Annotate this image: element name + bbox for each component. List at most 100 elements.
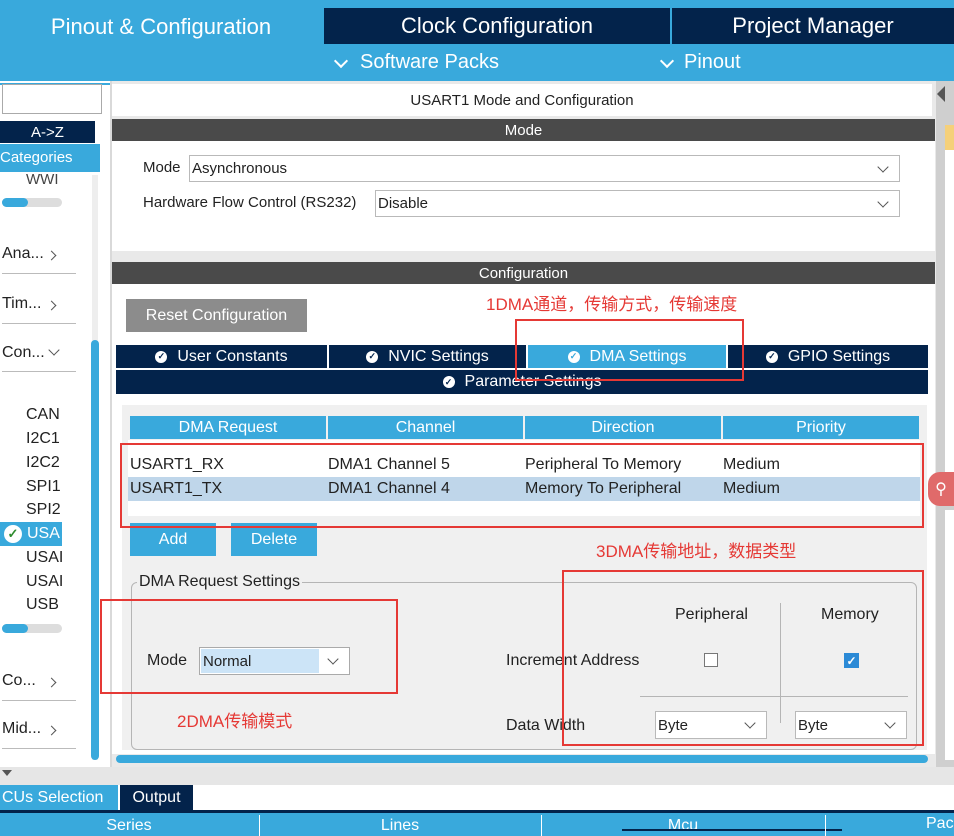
annotation-text: 2DMA传输模式	[177, 712, 293, 731]
annotation-1: 1DMA通道，传输方式，传输速度	[486, 290, 737, 315]
chevron-right-icon	[46, 250, 57, 261]
column-series[interactable]: Series	[0, 815, 258, 836]
sidebar-item-spi2[interactable]: SPI2	[26, 501, 61, 519]
mini-scrollbar[interactable]	[2, 624, 62, 633]
group-label: Co...	[2, 672, 36, 689]
mini-scroll-thumb[interactable]	[2, 198, 28, 207]
categories-button[interactable]: Categories	[0, 144, 100, 172]
item-label: USB	[26, 596, 59, 613]
dma-header-priority: Priority	[723, 416, 919, 439]
dma-header-direction: Direction	[525, 416, 721, 439]
tab-gpio-settings[interactable]: ✓ GPIO Settings	[728, 345, 928, 368]
annotation-box-address-width	[562, 570, 924, 746]
panel-horizontal-scrollbar[interactable]	[116, 755, 928, 763]
panel-title: USART1 Mode and Configuration	[112, 84, 932, 116]
sidebar-scroll-thumb[interactable]	[91, 340, 99, 760]
sidebar-group-analog[interactable]: Ana...	[2, 245, 76, 273]
tab-label: Pinout & Configuration	[50, 13, 272, 39]
bottom-splitter[interactable]	[0, 767, 954, 785]
tab-label: NVIC Settings	[388, 347, 489, 365]
sidebar-item-spi1[interactable]: SPI1	[26, 478, 61, 496]
dma-header-request: DMA Request	[130, 416, 326, 439]
chevron-down-icon	[877, 161, 889, 173]
chevron-right-icon	[46, 300, 57, 311]
header-label: Priority	[796, 418, 846, 436]
sidebar-item-i2c2[interactable]: I2C2	[26, 454, 60, 472]
column-lines[interactable]: Lines	[260, 815, 540, 836]
divider	[2, 371, 76, 372]
mode-header: Mode	[112, 119, 935, 141]
sort-az-button[interactable]: A->Z	[0, 121, 95, 143]
divider	[2, 273, 76, 274]
categories-label: Categories	[0, 149, 73, 166]
group-label: Mid...	[2, 720, 42, 737]
sidebar-item-usart3[interactable]: USAI	[26, 573, 63, 591]
collapse-down-icon[interactable]	[2, 770, 12, 776]
group-label: Tim...	[2, 295, 42, 312]
column-label: Series	[106, 816, 152, 834]
column-divider	[825, 815, 826, 836]
reset-button-label: Reset Configuration	[145, 306, 288, 324]
sidebar-item-usb[interactable]: USB	[26, 596, 59, 614]
mini-scroll-thumb[interactable]	[2, 624, 28, 633]
button-label: Delete	[250, 530, 298, 548]
item-label: SPI1	[26, 478, 61, 495]
side-panel-edge	[945, 150, 954, 485]
group-label: Con...	[2, 344, 45, 361]
tab-project-manager[interactable]: Project Manager	[672, 8, 954, 44]
chevron-down-icon	[48, 344, 60, 356]
item-label: USAI	[26, 573, 64, 590]
annotation-2: 2DMA传输模式	[177, 707, 292, 732]
zoom-search-icon[interactable]: ⚲	[928, 472, 954, 506]
sidebar-item-can[interactable]: CAN	[26, 406, 60, 424]
mode-header-text: Mode	[504, 121, 543, 139]
sidebar-group-computing[interactable]: Co...	[2, 672, 76, 700]
header-label: Direction	[591, 418, 655, 436]
chevron-right-icon	[46, 677, 57, 688]
sidebar-item-usart1[interactable]: ✓ USA	[0, 522, 62, 546]
software-packs-menu[interactable]: Software Packs	[330, 50, 520, 78]
collapse-arrow-icon[interactable]	[937, 86, 945, 102]
annotation-box-dma-table	[120, 443, 924, 528]
check-circle-icon: ✓	[366, 350, 379, 363]
sidebar-item-i2c1[interactable]: I2C1	[26, 430, 60, 448]
tab-clock-configuration[interactable]: Clock Configuration	[324, 8, 670, 44]
divider	[2, 700, 76, 701]
column-label: Mcu	[667, 816, 699, 834]
sidebar-search-input[interactable]	[2, 84, 102, 114]
hwflow-label-text: Hardware Flow Control (RS232)	[143, 194, 357, 211]
tab-nvic-settings[interactable]: ✓ NVIC Settings	[329, 345, 526, 368]
hwflow-select[interactable]: Disable	[375, 190, 900, 217]
item-label: USA	[27, 525, 60, 542]
tab-user-constants[interactable]: ✓ User Constants	[116, 345, 327, 368]
sidebar-group-middleware[interactable]: Mid...	[2, 720, 76, 748]
annotation-text: 3DMA传输地址，数据类型	[596, 542, 797, 561]
pinout-menu[interactable]: Pinout	[656, 50, 766, 78]
tab-label: CUs Selection	[2, 789, 104, 806]
tab-output[interactable]: Output	[120, 785, 193, 810]
item-label: I2C1	[26, 430, 60, 447]
side-panel-edge-lower	[945, 510, 954, 760]
mode-select-value: Asynchronous	[192, 160, 288, 177]
reset-configuration-button[interactable]: Reset Configuration	[126, 299, 307, 332]
tab-pinout-configuration[interactable]: Pinout & Configuration	[0, 8, 322, 45]
annotation-text: 1DMA通道，传输方式，传输速度	[486, 295, 738, 314]
mode-label-text: Mode	[143, 159, 181, 176]
chevron-down-icon	[659, 53, 675, 69]
wwi-text: WWI	[26, 172, 59, 185]
divider	[2, 748, 76, 749]
column-package[interactable]: Pac	[926, 815, 954, 836]
column-mcu[interactable]: Mcu	[542, 815, 824, 836]
item-label: I2C2	[26, 454, 60, 471]
sidebar-item-usart2[interactable]: USAI	[26, 549, 63, 567]
mini-scrollbar[interactable]	[2, 198, 62, 207]
chevron-right-icon	[46, 725, 57, 736]
tab-mcus-selection[interactable]: CUs Selection	[0, 785, 118, 810]
mode-select[interactable]: Asynchronous	[189, 155, 900, 182]
sidebar-group-connectivity[interactable]: Con...	[2, 344, 76, 372]
side-marker	[945, 125, 954, 150]
sidebar-group-timers[interactable]: Tim...	[2, 295, 76, 323]
hwflow-select-value: Disable	[378, 195, 429, 212]
tab-label: Output	[132, 788, 181, 806]
config-header-text: Configuration	[478, 264, 569, 282]
